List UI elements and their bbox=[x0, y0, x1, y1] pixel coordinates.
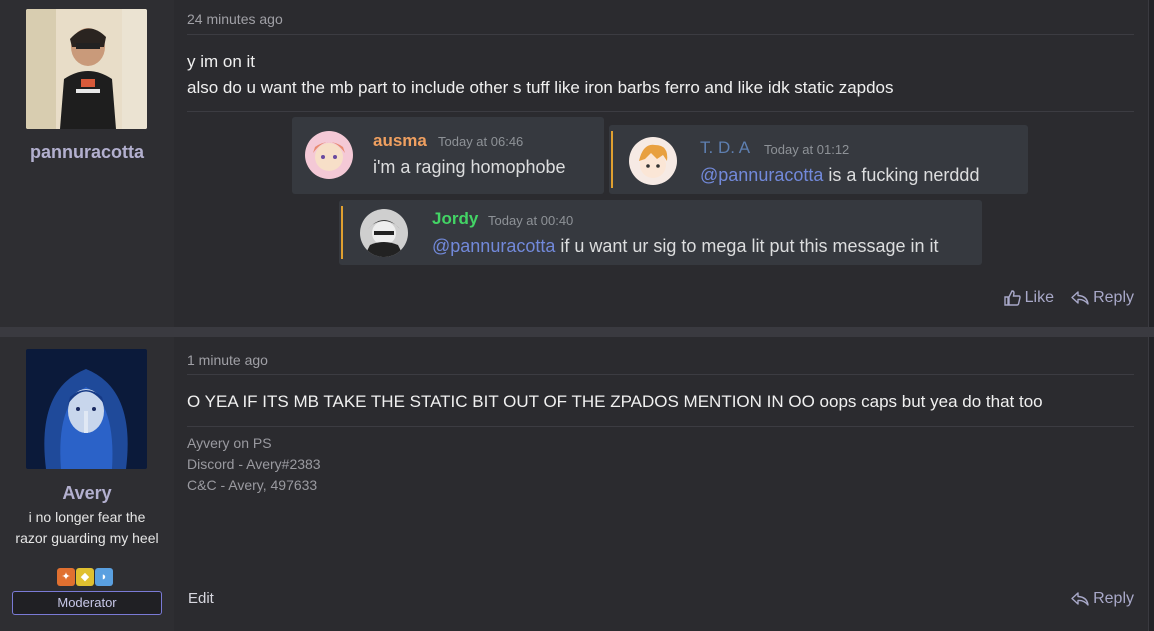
role-badge: Moderator bbox=[12, 591, 162, 615]
reply-button[interactable]: Reply bbox=[1071, 289, 1134, 307]
post: pannuracotta 24 minutes ago y im on it a… bbox=[0, 0, 1149, 327]
avatar[interactable] bbox=[26, 349, 147, 469]
discord-avatar bbox=[305, 131, 353, 179]
reply-icon bbox=[1071, 592, 1089, 606]
post-line: O YEA IF ITS MB TAKE THE STATIC BIT OUT … bbox=[187, 392, 1043, 411]
divider bbox=[187, 111, 1134, 112]
reply-button[interactable]: Reply bbox=[1071, 590, 1134, 608]
like-button[interactable]: Like bbox=[1003, 289, 1054, 307]
discord-timestamp: Today at 01:12 bbox=[764, 142, 850, 157]
post: Avery i no longer fear the razor guardin… bbox=[0, 337, 1149, 631]
discord-message: @pannuracotta if u want ur sig to mega l… bbox=[432, 236, 939, 256]
signature-line: Discord - Avery#2383 bbox=[187, 456, 321, 472]
post-main: 1 minute ago O YEA IF ITS MB TAKE THE ST… bbox=[187, 337, 1134, 631]
discord-username: T. D. A bbox=[700, 138, 751, 157]
signature: Ayvery on PS Discord - Avery#2383 C&C - … bbox=[187, 433, 321, 496]
username[interactable]: pannuracotta bbox=[0, 142, 174, 163]
signature-line: C&C - Avery, 497633 bbox=[187, 477, 318, 493]
post-line: also do u want the mb part to include ot… bbox=[187, 78, 894, 97]
discord-timestamp: Today at 06:46 bbox=[438, 134, 524, 149]
water-badge-icon: ◗ bbox=[95, 568, 113, 586]
thumbs-up-icon bbox=[1003, 290, 1021, 306]
discord-avatar bbox=[360, 209, 408, 257]
divider bbox=[187, 426, 1134, 427]
post-timestamp[interactable]: 1 minute ago bbox=[187, 352, 268, 368]
discord-username: Jordy bbox=[432, 209, 479, 228]
fire-badge-icon: ✦ bbox=[57, 568, 75, 586]
post-line: y im on it bbox=[187, 52, 256, 71]
post-body: O YEA IF ITS MB TAKE THE STATIC BIT OUT … bbox=[187, 389, 1043, 415]
discord-username: ausma bbox=[373, 131, 427, 150]
post-separator bbox=[0, 327, 1154, 337]
electric-badge-icon: ◆ bbox=[76, 568, 94, 586]
user-title: i no longer fear the razor guarding my h… bbox=[15, 509, 159, 546]
discord-avatar bbox=[629, 137, 677, 185]
edit-label: Edit bbox=[188, 590, 214, 607]
embedded-image: T. D. A Today at 01:12 @pannuracotta is … bbox=[609, 125, 1028, 194]
user-cell: Avery i no longer fear the razor guardin… bbox=[0, 337, 174, 631]
embedded-image: ausma Today at 06:46 i'm a raging homoph… bbox=[292, 117, 604, 194]
discord-message: @pannuracotta is a fucking nerddd bbox=[700, 165, 980, 185]
user-cell: pannuracotta bbox=[0, 0, 174, 327]
post-body: y im on it also do u want the mb part to… bbox=[187, 49, 894, 101]
divider bbox=[187, 374, 1134, 375]
username[interactable]: Avery bbox=[0, 483, 174, 504]
reply-icon bbox=[1071, 291, 1089, 305]
embedded-image: Jordy Today at 00:40 @pannuracotta if u … bbox=[339, 200, 982, 265]
divider bbox=[187, 34, 1134, 35]
discord-timestamp: Today at 00:40 bbox=[488, 213, 574, 228]
reply-label: Reply bbox=[1093, 289, 1134, 306]
like-label: Like bbox=[1024, 289, 1054, 306]
post-timestamp[interactable]: 24 minutes ago bbox=[187, 11, 283, 27]
discord-message: i'm a raging homophobe bbox=[373, 157, 566, 177]
avatar[interactable] bbox=[26, 9, 147, 129]
post-main: 24 minutes ago y im on it also do u want… bbox=[187, 0, 1134, 327]
signature-line: Ayvery on PS bbox=[187, 435, 272, 451]
edit-button[interactable]: Edit bbox=[188, 590, 214, 607]
reply-label: Reply bbox=[1093, 590, 1134, 607]
trophy-badges: ✦ ◆ ◗ bbox=[57, 568, 113, 586]
